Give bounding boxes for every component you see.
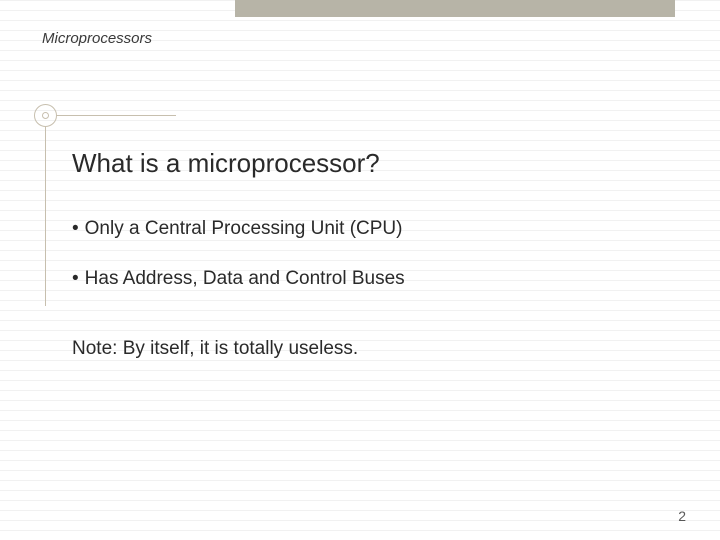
slide-title: What is a microprocessor? xyxy=(72,148,380,179)
bullet-dot-icon: • xyxy=(72,218,79,240)
page-number: 2 xyxy=(678,508,686,524)
header-label: Microprocessors xyxy=(42,30,152,47)
decor-horizontal-line xyxy=(56,115,176,116)
bullet-dot-icon: • xyxy=(72,268,79,290)
top-accent-bar xyxy=(235,0,675,17)
decor-vertical-line xyxy=(45,126,46,306)
bullet-item: • Only a Central Processing Unit (CPU) xyxy=(72,218,402,240)
note-text: Note: By itself, it is totally useless. xyxy=(72,338,358,360)
bullet-item: • Has Address, Data and Control Buses xyxy=(72,268,405,290)
decor-circle-inner-icon xyxy=(42,112,49,119)
bullet-text: Only a Central Processing Unit (CPU) xyxy=(85,218,403,239)
bullet-text: Has Address, Data and Control Buses xyxy=(85,268,405,289)
